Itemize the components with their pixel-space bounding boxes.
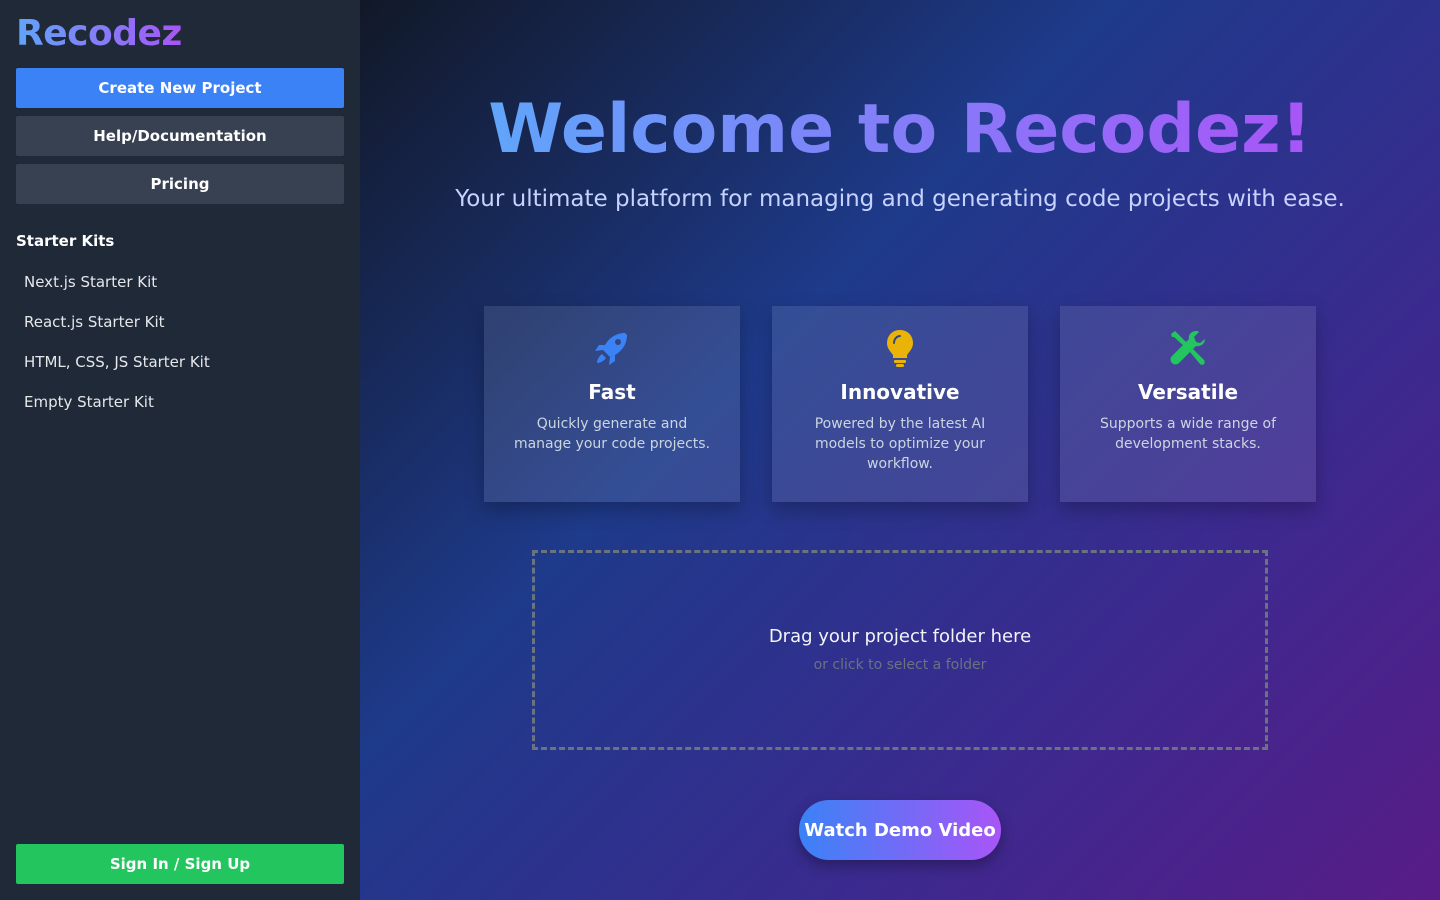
- starter-kit-empty[interactable]: Empty Starter Kit: [16, 382, 344, 422]
- feature-card-fast: Fast Quickly generate and manage your co…: [484, 306, 740, 502]
- starter-kit-list: Next.js Starter Kit React.js Starter Kit…: [16, 262, 344, 422]
- dropzone-hint: or click to select a folder: [813, 657, 987, 673]
- starter-kit-reactjs[interactable]: React.js Starter Kit: [16, 302, 344, 342]
- help-documentation-button[interactable]: Help/Documentation: [16, 116, 344, 156]
- feature-title: Fast: [588, 380, 636, 404]
- starter-kit-nextjs[interactable]: Next.js Starter Kit: [16, 262, 344, 302]
- hero-subtitle: Your ultimate platform for managing and …: [455, 186, 1345, 212]
- feature-title: Versatile: [1137, 380, 1239, 404]
- dropzone-label: Drag your project folder here: [768, 626, 1032, 647]
- pricing-button[interactable]: Pricing: [16, 164, 344, 204]
- watch-demo-button[interactable]: Watch Demo Video: [799, 800, 1001, 860]
- feature-description: Powered by the latest AI models to optim…: [814, 416, 986, 472]
- feature-card-versatile: Versatile Supports a wide range of devel…: [1060, 306, 1316, 502]
- feature-description: Supports a wide range of development sta…: [1099, 416, 1277, 452]
- feature-cards: Fast Quickly generate and manage your co…: [484, 306, 1316, 502]
- hero-title: Welcome to Recodez!: [360, 82, 1440, 178]
- lightbulb-icon: [887, 330, 913, 367]
- create-project-button[interactable]: Create New Project: [16, 68, 344, 108]
- logo[interactable]: Recodez: [16, 14, 182, 54]
- sidebar: Recodez Create New Project Help/Document…: [0, 0, 360, 900]
- feature-title: Innovative: [840, 380, 960, 404]
- rocket-icon: [595, 333, 627, 365]
- app-root: Recodez Create New Project Help/Document…: [0, 0, 1440, 900]
- starter-kits-heading: Starter Kits: [16, 232, 115, 250]
- main-content: Welcome to Recodez! Your ultimate platfo…: [360, 0, 1440, 900]
- feature-description: Quickly generate and manage your code pr…: [513, 416, 711, 452]
- hero-title-text: Welcome to Recodez!: [488, 90, 1312, 169]
- starter-kit-html-css-js[interactable]: HTML, CSS, JS Starter Kit: [16, 342, 344, 382]
- feature-card-innovative: Innovative Powered by the latest AI mode…: [772, 306, 1028, 502]
- folder-dropzone[interactable]: Drag your project folder here or click t…: [532, 550, 1268, 750]
- sign-in-button[interactable]: Sign In / Sign Up: [16, 844, 344, 884]
- tools-icon: [1170, 331, 1205, 365]
